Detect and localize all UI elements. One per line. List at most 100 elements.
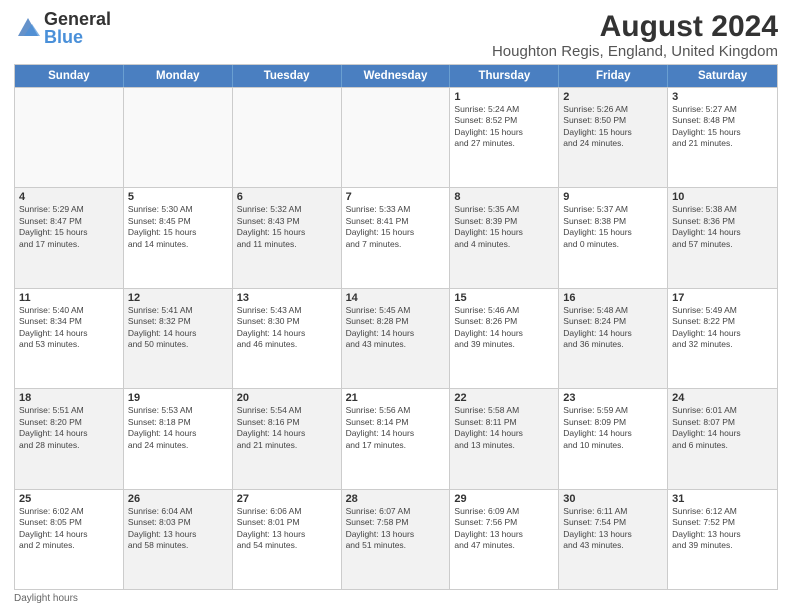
day-info: Sunrise: 6:11 AM Sunset: 7:54 PM Dayligh…: [563, 506, 663, 552]
logo-blue: Blue: [44, 28, 111, 46]
cal-cell: 20Sunrise: 5:54 AM Sunset: 8:16 PM Dayli…: [233, 389, 342, 488]
logo-text: General Blue: [44, 10, 111, 46]
cal-cell: 1Sunrise: 5:24 AM Sunset: 8:52 PM Daylig…: [450, 88, 559, 187]
day-number: 4: [19, 191, 119, 203]
cal-cell: 9Sunrise: 5:37 AM Sunset: 8:38 PM Daylig…: [559, 188, 668, 287]
cal-cell: 28Sunrise: 6:07 AM Sunset: 7:58 PM Dayli…: [342, 490, 451, 589]
page: General Blue August 2024 Houghton Regis,…: [0, 0, 792, 612]
location: Houghton Regis, England, United Kingdom: [492, 43, 778, 60]
day-number: 15: [454, 292, 554, 304]
footer-note: Daylight hours: [14, 593, 778, 604]
day-number: 6: [237, 191, 337, 203]
day-info: Sunrise: 5:33 AM Sunset: 8:41 PM Dayligh…: [346, 204, 446, 250]
calendar: SundayMondayTuesdayWednesdayThursdayFrid…: [14, 64, 778, 590]
day-number: 8: [454, 191, 554, 203]
day-info: Sunrise: 5:51 AM Sunset: 8:20 PM Dayligh…: [19, 405, 119, 451]
cal-cell: [342, 88, 451, 187]
calendar-body: 1Sunrise: 5:24 AM Sunset: 8:52 PM Daylig…: [15, 87, 777, 589]
cal-cell: 22Sunrise: 5:58 AM Sunset: 8:11 PM Dayli…: [450, 389, 559, 488]
day-info: Sunrise: 5:59 AM Sunset: 8:09 PM Dayligh…: [563, 405, 663, 451]
cal-cell: 12Sunrise: 5:41 AM Sunset: 8:32 PM Dayli…: [124, 289, 233, 388]
day-info: Sunrise: 6:04 AM Sunset: 8:03 PM Dayligh…: [128, 506, 228, 552]
day-number: 25: [19, 493, 119, 505]
day-info: Sunrise: 5:48 AM Sunset: 8:24 PM Dayligh…: [563, 305, 663, 351]
cal-cell: 7Sunrise: 5:33 AM Sunset: 8:41 PM Daylig…: [342, 188, 451, 287]
cal-cell: 6Sunrise: 5:32 AM Sunset: 8:43 PM Daylig…: [233, 188, 342, 287]
day-info: Sunrise: 6:01 AM Sunset: 8:07 PM Dayligh…: [672, 405, 773, 451]
day-info: Sunrise: 5:46 AM Sunset: 8:26 PM Dayligh…: [454, 305, 554, 351]
day-info: Sunrise: 5:54 AM Sunset: 8:16 PM Dayligh…: [237, 405, 337, 451]
day-number: 11: [19, 292, 119, 304]
day-number: 13: [237, 292, 337, 304]
day-number: 20: [237, 392, 337, 404]
cal-week: 4Sunrise: 5:29 AM Sunset: 8:47 PM Daylig…: [15, 187, 777, 287]
day-number: 30: [563, 493, 663, 505]
cal-week: 1Sunrise: 5:24 AM Sunset: 8:52 PM Daylig…: [15, 87, 777, 187]
cal-cell: 2Sunrise: 5:26 AM Sunset: 8:50 PM Daylig…: [559, 88, 668, 187]
day-number: 31: [672, 493, 773, 505]
logo-icon: [14, 14, 42, 42]
cal-cell: 26Sunrise: 6:04 AM Sunset: 8:03 PM Dayli…: [124, 490, 233, 589]
cal-cell: 21Sunrise: 5:56 AM Sunset: 8:14 PM Dayli…: [342, 389, 451, 488]
day-number: 23: [563, 392, 663, 404]
cal-cell: 4Sunrise: 5:29 AM Sunset: 8:47 PM Daylig…: [15, 188, 124, 287]
day-info: Sunrise: 5:27 AM Sunset: 8:48 PM Dayligh…: [672, 104, 773, 150]
day-number: 14: [346, 292, 446, 304]
day-info: Sunrise: 5:29 AM Sunset: 8:47 PM Dayligh…: [19, 204, 119, 250]
cal-cell: 10Sunrise: 5:38 AM Sunset: 8:36 PM Dayli…: [668, 188, 777, 287]
day-info: Sunrise: 5:56 AM Sunset: 8:14 PM Dayligh…: [346, 405, 446, 451]
day-number: 19: [128, 392, 228, 404]
cal-week: 25Sunrise: 6:02 AM Sunset: 8:05 PM Dayli…: [15, 489, 777, 589]
day-info: Sunrise: 5:53 AM Sunset: 8:18 PM Dayligh…: [128, 405, 228, 451]
day-number: 3: [672, 91, 773, 103]
cal-header-cell: Thursday: [450, 65, 559, 87]
day-number: 26: [128, 493, 228, 505]
calendar-header: SundayMondayTuesdayWednesdayThursdayFrid…: [15, 65, 777, 87]
cal-cell: 18Sunrise: 5:51 AM Sunset: 8:20 PM Dayli…: [15, 389, 124, 488]
day-number: 2: [563, 91, 663, 103]
day-number: 24: [672, 392, 773, 404]
cal-cell: 3Sunrise: 5:27 AM Sunset: 8:48 PM Daylig…: [668, 88, 777, 187]
day-info: Sunrise: 5:58 AM Sunset: 8:11 PM Dayligh…: [454, 405, 554, 451]
day-info: Sunrise: 6:06 AM Sunset: 8:01 PM Dayligh…: [237, 506, 337, 552]
cal-cell: 17Sunrise: 5:49 AM Sunset: 8:22 PM Dayli…: [668, 289, 777, 388]
cal-cell: 29Sunrise: 6:09 AM Sunset: 7:56 PM Dayli…: [450, 490, 559, 589]
title-area: August 2024 Houghton Regis, England, Uni…: [492, 10, 778, 60]
cal-cell: 16Sunrise: 5:48 AM Sunset: 8:24 PM Dayli…: [559, 289, 668, 388]
cal-cell: 24Sunrise: 6:01 AM Sunset: 8:07 PM Dayli…: [668, 389, 777, 488]
cal-cell: 13Sunrise: 5:43 AM Sunset: 8:30 PM Dayli…: [233, 289, 342, 388]
day-info: Sunrise: 5:40 AM Sunset: 8:34 PM Dayligh…: [19, 305, 119, 351]
cal-cell: [233, 88, 342, 187]
logo-area: General Blue: [14, 10, 111, 46]
day-info: Sunrise: 6:12 AM Sunset: 7:52 PM Dayligh…: [672, 506, 773, 552]
cal-header-cell: Saturday: [668, 65, 777, 87]
cal-header-cell: Friday: [559, 65, 668, 87]
day-number: 1: [454, 91, 554, 103]
day-number: 21: [346, 392, 446, 404]
day-info: Sunrise: 6:09 AM Sunset: 7:56 PM Dayligh…: [454, 506, 554, 552]
cal-cell: 14Sunrise: 5:45 AM Sunset: 8:28 PM Dayli…: [342, 289, 451, 388]
day-info: Sunrise: 5:35 AM Sunset: 8:39 PM Dayligh…: [454, 204, 554, 250]
cal-cell: [15, 88, 124, 187]
cal-cell: [124, 88, 233, 187]
cal-header-cell: Tuesday: [233, 65, 342, 87]
cal-cell: 11Sunrise: 5:40 AM Sunset: 8:34 PM Dayli…: [15, 289, 124, 388]
day-info: Sunrise: 6:07 AM Sunset: 7:58 PM Dayligh…: [346, 506, 446, 552]
day-info: Sunrise: 5:41 AM Sunset: 8:32 PM Dayligh…: [128, 305, 228, 351]
day-number: 29: [454, 493, 554, 505]
day-info: Sunrise: 5:32 AM Sunset: 8:43 PM Dayligh…: [237, 204, 337, 250]
cal-header-cell: Sunday: [15, 65, 124, 87]
day-number: 22: [454, 392, 554, 404]
cal-cell: 30Sunrise: 6:11 AM Sunset: 7:54 PM Dayli…: [559, 490, 668, 589]
header: General Blue August 2024 Houghton Regis,…: [14, 10, 778, 60]
day-info: Sunrise: 5:49 AM Sunset: 8:22 PM Dayligh…: [672, 305, 773, 351]
cal-week: 18Sunrise: 5:51 AM Sunset: 8:20 PM Dayli…: [15, 388, 777, 488]
cal-cell: 23Sunrise: 5:59 AM Sunset: 8:09 PM Dayli…: [559, 389, 668, 488]
cal-cell: 25Sunrise: 6:02 AM Sunset: 8:05 PM Dayli…: [15, 490, 124, 589]
day-info: Sunrise: 5:38 AM Sunset: 8:36 PM Dayligh…: [672, 204, 773, 250]
day-info: Sunrise: 5:43 AM Sunset: 8:30 PM Dayligh…: [237, 305, 337, 351]
day-info: Sunrise: 5:24 AM Sunset: 8:52 PM Dayligh…: [454, 104, 554, 150]
day-info: Sunrise: 5:30 AM Sunset: 8:45 PM Dayligh…: [128, 204, 228, 250]
cal-cell: 5Sunrise: 5:30 AM Sunset: 8:45 PM Daylig…: [124, 188, 233, 287]
logo-general: General: [44, 10, 111, 28]
